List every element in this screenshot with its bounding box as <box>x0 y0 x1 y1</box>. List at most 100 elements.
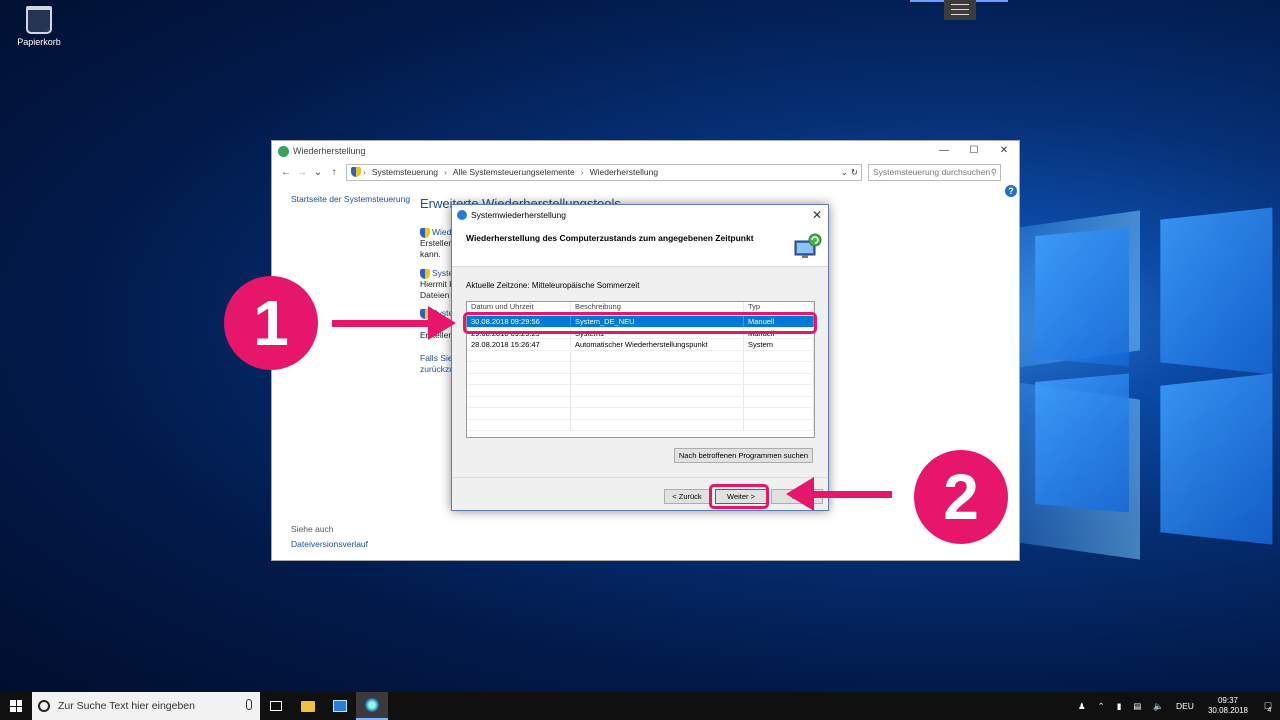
empty-row <box>467 385 814 397</box>
start-button[interactable] <box>0 692 32 720</box>
empty-row <box>467 419 814 431</box>
row-type: System <box>744 339 814 350</box>
recovery-footer-link[interactable]: zurückzu <box>420 364 454 374</box>
window-controls: — ☐ ✕ <box>929 141 1019 161</box>
row-description: Automatischer Wiederherstellungspunkt <box>571 339 744 350</box>
system-restore-taskbar-button[interactable] <box>356 692 388 720</box>
taskbar: Zur Suche Text hier eingeben ♟ ⌃ ▮ ▤ 🔈 D… <box>0 692 1280 720</box>
back-button[interactable]: < Zurück <box>664 489 710 504</box>
forward-arrow-icon[interactable]: → <box>294 167 310 178</box>
dialog-header-text: Wiederherstellung des Computerzustands z… <box>466 233 754 243</box>
clock-date: 30.08.2018 <box>1207 706 1248 715</box>
minimize-button[interactable]: — <box>929 141 959 161</box>
dropdown-chevron-icon[interactable]: ⌄ <box>841 167 848 178</box>
dialog-divider <box>452 477 828 478</box>
back-arrow-icon[interactable]: ← <box>278 167 294 178</box>
file-explorer-button[interactable] <box>292 692 324 720</box>
table-row[interactable]: 28.08.2018 15:26:47 Automatischer Wieder… <box>467 339 814 351</box>
tablet-handle[interactable] <box>944 0 976 20</box>
arrow-1-head <box>428 306 456 340</box>
breadcrumb-separator: › <box>363 167 366 177</box>
network-icon[interactable]: ▤ <box>1133 701 1141 712</box>
empty-row <box>467 408 814 420</box>
dialog-titlebar[interactable]: Systemwiederherstellung <box>452 205 828 225</box>
notification-count: 4 <box>1267 706 1272 714</box>
search-input[interactable]: Systemsteuerung durchsuchen ⚲ <box>868 163 1001 181</box>
tray-chevron-up-icon[interactable]: ⌃ <box>1098 701 1105 712</box>
scan-affected-programs-button[interactable]: Nach betroffenen Programmen suchen <box>673 448 813 463</box>
taskbar-search-placeholder: Zur Suche Text hier eingeben <box>58 700 195 712</box>
system-tray: ♟ ⌃ ▮ ▤ 🔈 DEU 09:37 30.08.2018 □ 4 <box>1072 692 1280 720</box>
task-view-button[interactable] <box>260 692 292 720</box>
recovery-item: Wied Erstellen kann. <box>420 227 453 260</box>
recent-chevron-icon[interactable]: ⌄ <box>310 167 326 178</box>
recycle-bin-icon <box>26 6 52 34</box>
arrow-2-head <box>786 477 814 511</box>
arrow-2-shaft <box>810 491 892 498</box>
uac-shield-icon <box>420 227 430 238</box>
empty-row <box>467 373 814 385</box>
cortana-icon <box>38 700 50 712</box>
windows-logo-pane <box>1160 207 1273 375</box>
control-panel-taskbar-button[interactable] <box>324 692 356 720</box>
step-badge-2: 2 <box>914 450 1008 544</box>
see-also-label: Siehe auch <box>291 524 334 534</box>
windows-logo-pane <box>1035 227 1129 367</box>
system-restore-icon <box>457 210 467 220</box>
restore-computer-icon <box>794 233 822 258</box>
breadcrumb-item[interactable]: Alle Systemsteuerungselemente <box>453 167 575 177</box>
battery-icon[interactable]: ▮ <box>1117 701 1122 712</box>
up-arrow-icon[interactable]: ↑ <box>326 167 342 178</box>
breadcrumb-separator: › <box>444 167 447 177</box>
file-history-link[interactable]: Dateiversionsverlauf <box>291 539 368 549</box>
arrow-1-shaft <box>332 320 432 327</box>
desktop-icon-label: Papierkorb <box>17 37 61 47</box>
uac-shield-icon <box>420 268 430 279</box>
clock[interactable]: 09:37 30.08.2018 <box>1208 696 1248 716</box>
window-title: Wiederherstellung <box>293 146 366 156</box>
refresh-icon[interactable]: ↻ <box>851 167 858 178</box>
folder-icon <box>301 700 315 712</box>
recovery-icon <box>278 145 289 157</box>
language-indicator[interactable]: DEU <box>1176 701 1194 711</box>
row-date: 28.08.2018 15:26:47 <box>467 339 571 350</box>
dialog-header: Wiederherstellung des Computerzustands z… <box>452 225 828 267</box>
help-icon[interactable]: ? <box>1005 185 1017 197</box>
recovery-item-text: kann. <box>420 249 441 259</box>
empty-row <box>467 362 814 374</box>
system-restore-icon <box>365 698 379 712</box>
address-bar[interactable]: › Systemsteuerung › Alle Systemsteuerung… <box>346 163 862 181</box>
windows-icon <box>10 700 22 712</box>
desktop-icon-recycle-bin[interactable]: Papierkorb <box>14 6 64 47</box>
microphone-icon[interactable] <box>246 699 252 710</box>
breadcrumb-item[interactable]: Wiederherstellung <box>590 167 659 177</box>
control-panel-icon <box>333 700 347 712</box>
control-panel-home-link[interactable]: Startseite der Systemsteuerung <box>291 194 410 204</box>
close-button[interactable]: ✕ <box>989 141 1019 161</box>
recovery-item-link[interactable]: Wied <box>432 227 451 237</box>
recovery-item-text: Erstellen <box>420 238 454 248</box>
window-titlebar[interactable]: Wiederherstellung <box>272 141 1019 161</box>
search-icon: ⚲ <box>990 166 997 177</box>
windows-logo-pane <box>1160 373 1273 545</box>
highlight-selected-row <box>463 312 817 334</box>
clock-time: 09:37 <box>1217 696 1238 705</box>
empty-row <box>467 396 814 408</box>
control-panel-icon <box>351 167 361 177</box>
volume-icon[interactable]: 🔈 <box>1153 701 1164 712</box>
maximize-button[interactable]: ☐ <box>959 141 989 161</box>
step-badge-1: 1 <box>224 276 318 370</box>
empty-row <box>467 350 814 362</box>
address-row: ← → ⌄ ↑ › Systemsteuerung › Alle Systems… <box>278 163 1013 181</box>
highlight-next-button <box>709 484 769 509</box>
people-icon[interactable]: ♟ <box>1078 701 1086 712</box>
breadcrumb-item[interactable]: Systemsteuerung <box>372 167 438 177</box>
action-center-button[interactable]: □ 4 <box>1256 692 1280 720</box>
timezone-label: Aktuelle Zeitzone: Mitteleuropäische Som… <box>466 281 640 290</box>
system-restore-dialog: Systemwiederherstellung ✕ Wiederherstell… <box>451 204 829 511</box>
dialog-close-button[interactable]: ✕ <box>812 208 822 222</box>
taskbar-search-input[interactable]: Zur Suche Text hier eingeben <box>32 692 260 720</box>
search-placeholder: Systemsteuerung durchsuchen <box>873 167 991 177</box>
recovery-item-text: Hiermit k <box>420 279 454 289</box>
dialog-title: Systemwiederherstellung <box>471 210 566 220</box>
